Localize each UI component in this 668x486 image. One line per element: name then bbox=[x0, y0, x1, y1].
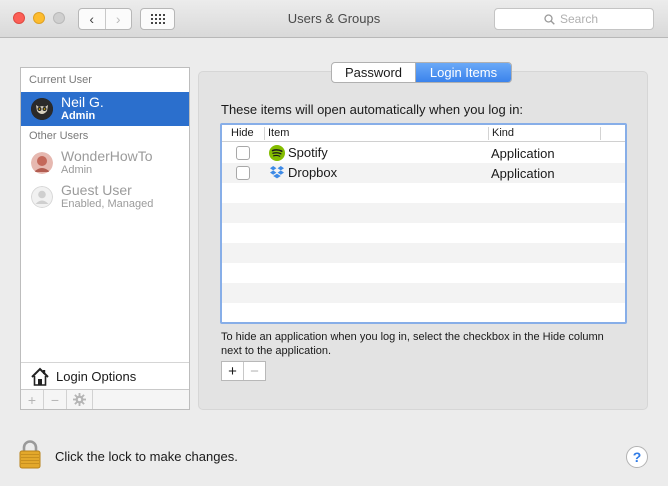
sidebar-toolbar: + − bbox=[21, 389, 189, 409]
title-bar: ‹ › Users & Groups bbox=[0, 0, 668, 38]
item-kind: Application bbox=[491, 146, 555, 161]
house-icon bbox=[31, 367, 49, 386]
lock-instruction: Click the lock to make changes. bbox=[55, 449, 238, 464]
login-options-item[interactable]: Login Options bbox=[21, 362, 189, 390]
column-header-hide[interactable]: Hide bbox=[231, 127, 254, 139]
action-menu-button[interactable] bbox=[67, 390, 93, 409]
user-row-neil[interactable]: Neil G. Admin bbox=[21, 92, 189, 126]
forward-button[interactable]: › bbox=[104, 9, 132, 29]
hide-hint-text: To hide an application when you log in, … bbox=[221, 331, 604, 357]
gear-icon bbox=[73, 393, 86, 406]
add-user-button[interactable]: + bbox=[21, 390, 44, 409]
user-role: Admin bbox=[61, 110, 96, 122]
empty-row bbox=[222, 283, 625, 303]
search-field[interactable] bbox=[494, 8, 654, 30]
user-role: Admin bbox=[61, 164, 93, 176]
tab-password[interactable]: Password bbox=[332, 63, 416, 82]
tab-login-items[interactable]: Login Items bbox=[416, 63, 511, 82]
current-user-header: Current User bbox=[29, 74, 92, 86]
hide-checkbox[interactable] bbox=[236, 146, 250, 160]
navigation-group: ‹ › bbox=[78, 8, 132, 30]
empty-row bbox=[222, 183, 625, 203]
user-name: Guest User bbox=[61, 182, 132, 198]
column-header-item[interactable]: Item bbox=[268, 127, 289, 139]
search-icon bbox=[544, 13, 555, 25]
item-name: Dropbox bbox=[288, 165, 338, 180]
empty-row bbox=[222, 243, 625, 263]
user-name: WonderHowTo bbox=[61, 148, 153, 164]
user-photo-avatar-icon bbox=[31, 152, 53, 174]
column-header-kind[interactable]: Kind bbox=[492, 127, 514, 139]
empty-row bbox=[222, 303, 625, 322]
add-login-item-button[interactable]: + bbox=[222, 362, 243, 380]
table-header: Hide Item Kind bbox=[222, 125, 625, 142]
users-sidebar: Current User Neil G. Admin Other Users W… bbox=[20, 67, 190, 410]
user-row-wonderhowto[interactable]: WonderHowTo Admin bbox=[21, 146, 189, 180]
remove-login-item-button[interactable]: − bbox=[243, 362, 265, 380]
back-button[interactable]: ‹ bbox=[79, 9, 105, 29]
grid-icon bbox=[150, 14, 165, 24]
help-button[interactable]: ? bbox=[626, 446, 648, 468]
search-input[interactable] bbox=[560, 12, 604, 26]
spotify-icon bbox=[269, 145, 285, 161]
empty-row bbox=[222, 223, 625, 243]
lock-icon[interactable] bbox=[18, 439, 42, 469]
dropbox-icon bbox=[270, 166, 284, 179]
generic-user-avatar-icon bbox=[31, 186, 53, 208]
login-options-label: Login Options bbox=[56, 369, 137, 384]
item-name: Spotify bbox=[288, 145, 328, 160]
close-window-button[interactable] bbox=[13, 12, 25, 24]
zoom-window-button[interactable] bbox=[53, 12, 65, 24]
user-role: Enabled, Managed bbox=[61, 198, 154, 210]
table-row[interactable]: Dropbox Application bbox=[222, 163, 625, 183]
show-all-button[interactable] bbox=[140, 8, 175, 30]
item-kind: Application bbox=[491, 166, 555, 181]
login-items-add-remove: + − bbox=[221, 361, 266, 381]
empty-row bbox=[222, 263, 625, 283]
table-row[interactable]: Spotify Application bbox=[222, 143, 625, 163]
hide-checkbox[interactable] bbox=[236, 166, 250, 180]
user-row-guest[interactable]: Guest User Enabled, Managed bbox=[21, 180, 189, 214]
login-items-intro: These items will open automatically when… bbox=[221, 102, 524, 117]
user-name: Neil G. bbox=[61, 94, 104, 110]
tab-control: Password Login Items bbox=[331, 62, 512, 83]
minimize-window-button[interactable] bbox=[33, 12, 45, 24]
other-users-header: Other Users bbox=[29, 130, 89, 142]
owl-avatar-icon bbox=[31, 98, 53, 120]
remove-user-button[interactable]: − bbox=[44, 390, 67, 409]
empty-row bbox=[222, 203, 625, 223]
login-items-table[interactable]: Hide Item Kind Spotify Application Dropb… bbox=[220, 123, 627, 324]
